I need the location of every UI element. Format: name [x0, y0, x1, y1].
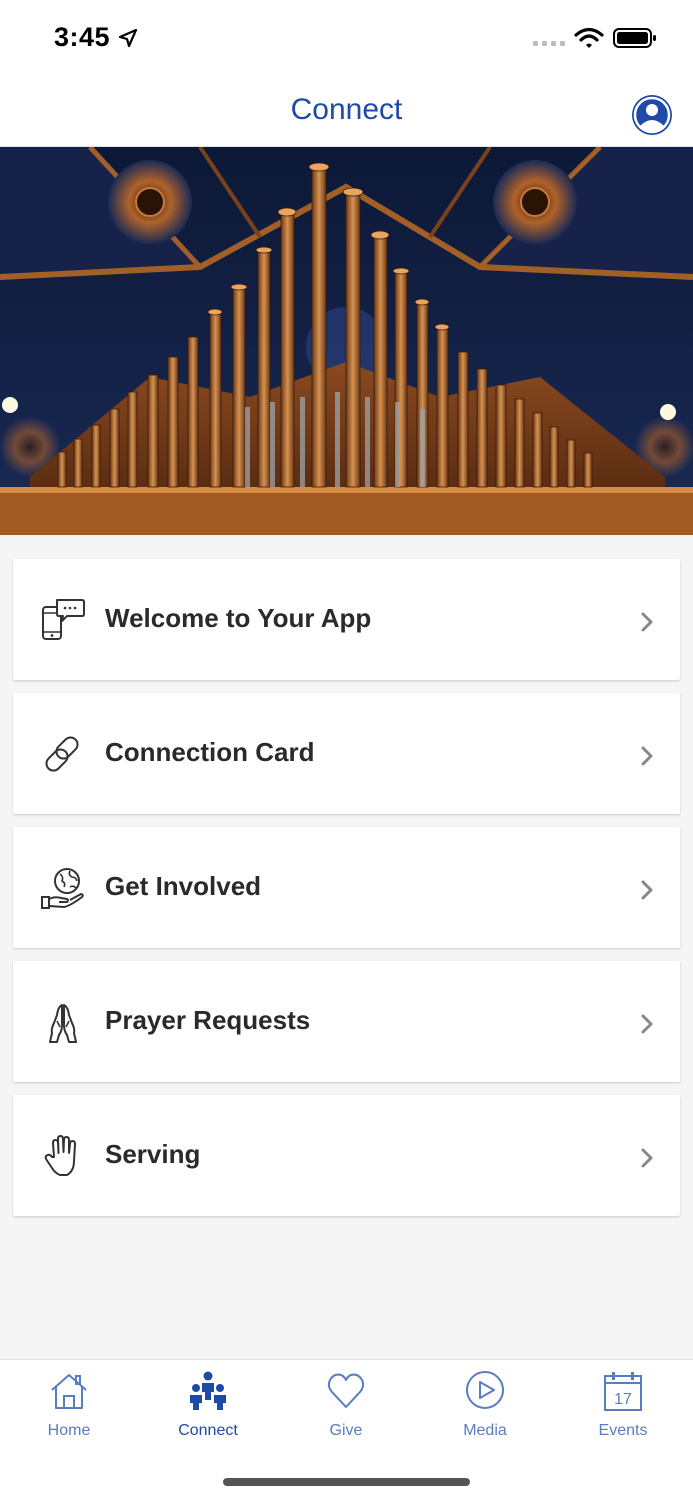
home-icon	[51, 1374, 87, 1409]
chevron-right-icon	[641, 612, 653, 632]
menu-item-label: Serving	[105, 1139, 201, 1169]
menu-item-label: Prayer Requests	[105, 1005, 311, 1035]
location-arrow-icon	[118, 28, 138, 48]
chevron-right-icon	[641, 746, 653, 766]
tab-label: Media	[463, 1422, 507, 1439]
user-avatar-icon	[633, 96, 671, 134]
status-time: 3:45	[54, 22, 111, 52]
menu-item-get-involved[interactable]: Get Involved	[13, 827, 680, 948]
hero-image	[0, 147, 693, 535]
chevron-right-icon	[641, 1148, 653, 1168]
menu-item-label: Welcome to Your App	[105, 603, 372, 633]
menu-item-label: Connection Card	[105, 737, 315, 767]
organ-pipes-illustration	[0, 147, 693, 535]
menu-item-label: Get Involved	[105, 871, 262, 901]
tab-label: Connect	[178, 1422, 238, 1439]
praying-hands-icon	[49, 1004, 77, 1043]
connect-menu-list: Welcome to Your App Connection Card Get …	[13, 559, 680, 1229]
page-title: Connect	[290, 93, 403, 126]
raised-hand-icon	[44, 1135, 76, 1176]
globe-hand-icon	[41, 868, 84, 909]
menu-item-prayer-requests[interactable]: Prayer Requests	[13, 961, 680, 1082]
profile-button[interactable]	[632, 95, 672, 135]
tab-label: Give	[329, 1422, 363, 1439]
home-indicator	[223, 1478, 470, 1486]
status-bar: 3:45	[0, 0, 693, 76]
menu-item-welcome[interactable]: Welcome to Your App	[13, 559, 680, 680]
tab-label: Home	[47, 1422, 91, 1439]
tab-label: Events	[598, 1422, 648, 1439]
heart-icon	[327, 1373, 365, 1408]
tab-connect[interactable]: Connect	[139, 1360, 277, 1450]
wifi-icon	[574, 27, 604, 48]
calendar-icon: 17	[604, 1372, 642, 1411]
people-icon	[190, 1371, 226, 1410]
cellular-signal-icon	[533, 41, 565, 46]
link-icon	[45, 736, 79, 772]
chevron-right-icon	[641, 1014, 653, 1034]
menu-item-serving[interactable]: Serving	[13, 1095, 680, 1216]
tab-events[interactable]: 17 Events	[554, 1360, 692, 1450]
tab-media[interactable]: Media	[416, 1360, 554, 1450]
chevron-right-icon	[641, 880, 653, 900]
tab-give[interactable]: Give	[277, 1360, 415, 1450]
menu-item-connection-card[interactable]: Connection Card	[13, 693, 680, 814]
nav-header: Connect	[0, 76, 693, 147]
chat-phone-icon	[42, 599, 85, 640]
play-icon	[466, 1371, 504, 1409]
tab-home[interactable]: Home	[0, 1360, 138, 1450]
calendar-day: 17	[614, 1391, 632, 1408]
battery-icon	[613, 28, 656, 48]
